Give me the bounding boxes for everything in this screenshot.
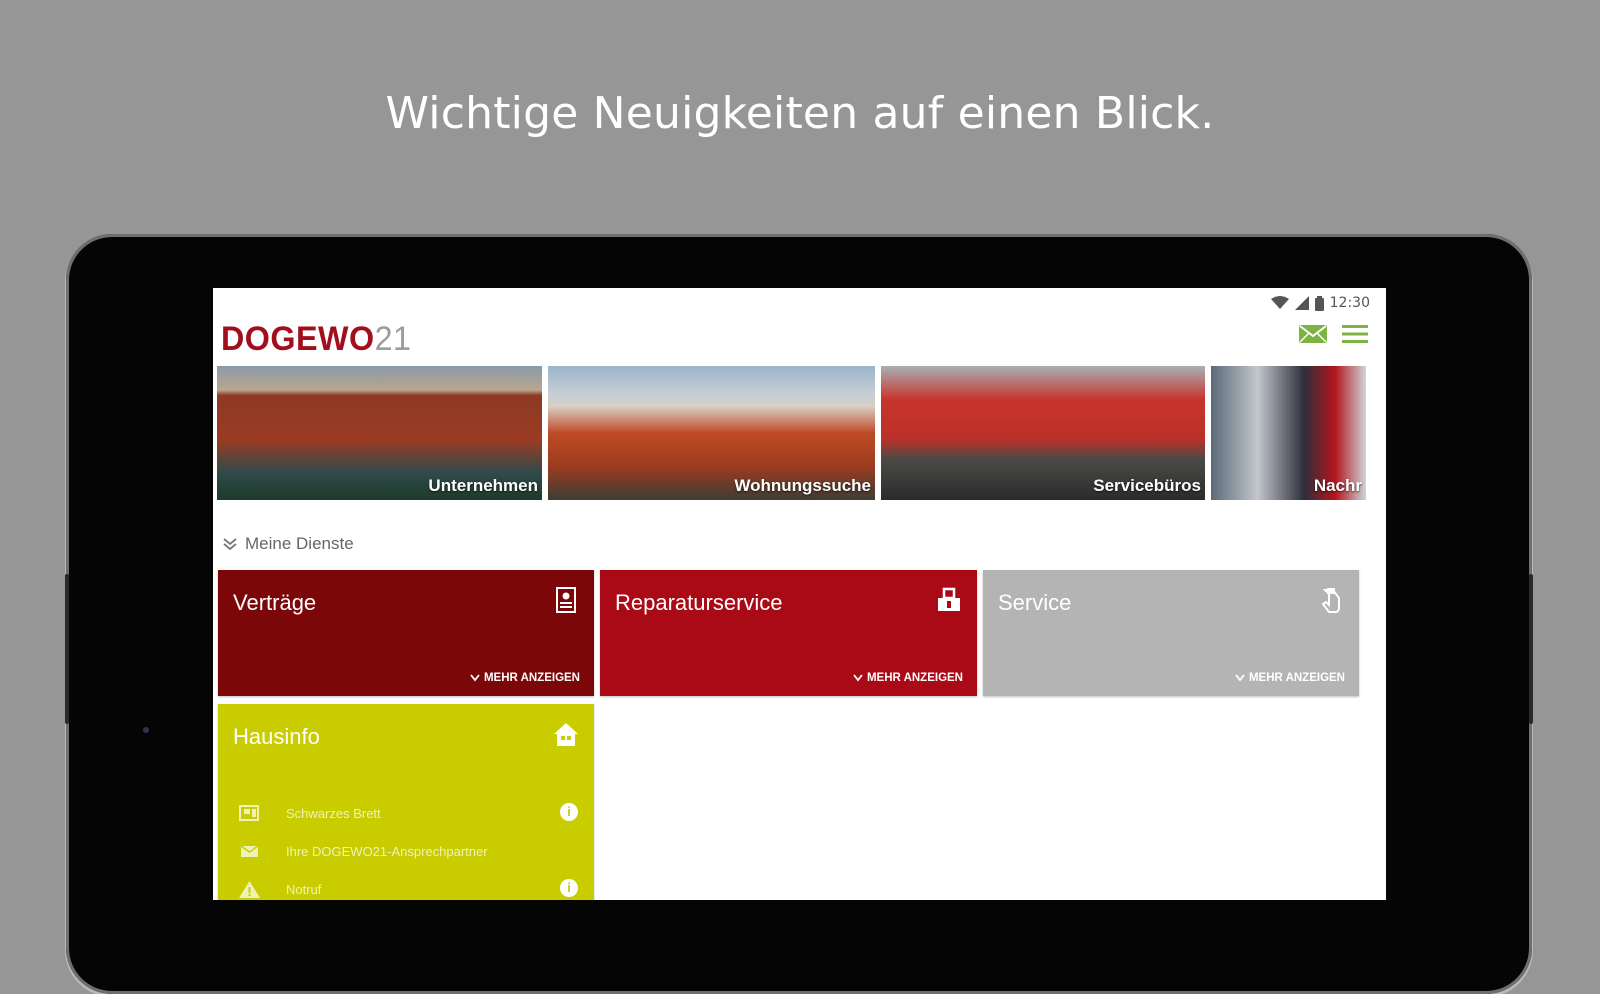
section-title-label: Meine Dienste [245, 534, 354, 553]
battery-icon [1314, 295, 1324, 311]
carousel-slide-wohnungssuche[interactable]: Wohnungssuche [548, 366, 875, 500]
tile-title: Reparaturservice [615, 590, 783, 615]
more-label: MEHR ANZEIGEN [866, 672, 963, 684]
carousel-slide-unternehmen[interactable]: Unternehmen [217, 366, 542, 500]
signal-icon [1294, 296, 1309, 310]
status-bar: 12:30 [1270, 294, 1370, 312]
logo-text: DOGEWO [221, 320, 375, 358]
tablet-side-button-left [65, 574, 69, 724]
info-icon[interactable]: i [560, 803, 578, 821]
board-icon [239, 805, 259, 821]
hausinfo-item-label: Ihre DOGEWO21-Ansprechpartner [286, 843, 488, 859]
tile-reparaturservice[interactable]: Reparaturservice MEHR ANZEIGEN [600, 570, 977, 696]
tile-service[interactable]: Service MEHR ANZEIGEN [983, 570, 1359, 696]
hausinfo-item-notruf[interactable]: Notruf i [238, 876, 578, 900]
tablet-side-button-right [1529, 574, 1533, 724]
promo-headline: Wichtige Neuigkeiten auf einen Blick. [385, 88, 1215, 139]
menu-icon[interactable] [1342, 324, 1368, 344]
chevron-down-icon [853, 674, 863, 682]
camera-dot [143, 727, 149, 733]
more-label: MEHR ANZEIGEN [483, 672, 580, 684]
mehr-anzeigen-button[interactable]: MEHR ANZEIGEN [1235, 672, 1345, 684]
hausinfo-item-label: Schwarzes Brett [286, 805, 381, 821]
mail-icon [240, 845, 259, 857]
carousel-slide-servicebueros[interactable]: Servicebüros [881, 366, 1205, 500]
collapse-chevron-icon [223, 538, 237, 550]
tile-title: Verträge [233, 590, 317, 615]
carousel-label: Nachr [1313, 476, 1362, 495]
section-meine-dienste[interactable]: Meine Dienste [223, 534, 354, 554]
wifi-icon [1270, 296, 1289, 309]
tile-title: Service [998, 590, 1072, 615]
carousel-label: Servicebüros [1093, 476, 1201, 495]
info-icon[interactable]: i [560, 879, 578, 897]
house-icon [554, 723, 578, 746]
tile-hausinfo[interactable]: Hausinfo Schwarzes Brett i Ihre DOGEWO21… [218, 704, 594, 900]
chevron-down-icon [1235, 674, 1245, 682]
logo-number: 21 [374, 320, 412, 358]
top-actions [1298, 324, 1368, 344]
carousel-label: Unternehmen [428, 476, 538, 495]
warning-icon [239, 881, 260, 898]
hausinfo-item-label: Notruf [286, 881, 322, 897]
contract-icon [556, 587, 576, 613]
image-carousel[interactable]: Unternehmen Wohnungssuche Servicebüros N… [217, 366, 1386, 500]
tile-title: Hausinfo [233, 724, 320, 749]
app-screen: 12:30 DOGEWO21 Unternehmen Wohnungssuche… [213, 288, 1386, 900]
mehr-anzeigen-button[interactable]: MEHR ANZEIGEN [470, 672, 580, 684]
more-label: MEHR ANZEIGEN [1248, 672, 1345, 684]
carousel-slide-nachrichten[interactable]: Nachr [1211, 366, 1366, 500]
hausinfo-item-schwarzes-brett[interactable]: Schwarzes Brett i [238, 800, 578, 826]
app-logo[interactable]: DOGEWO21 [221, 320, 411, 359]
carousel-label: Wohnungssuche [734, 476, 871, 495]
hausinfo-item-ansprechpartner[interactable]: Ihre DOGEWO21-Ansprechpartner [238, 838, 578, 864]
status-time: 12:30 [1329, 295, 1370, 311]
mehr-anzeigen-button[interactable]: MEHR ANZEIGEN [853, 672, 963, 684]
tile-vertraege[interactable]: Verträge MEHR ANZEIGEN [218, 570, 594, 696]
tools-icon [938, 587, 960, 611]
chevron-down-icon [470, 674, 480, 682]
mail-icon[interactable] [1298, 324, 1328, 344]
hand-icon [1321, 588, 1340, 613]
